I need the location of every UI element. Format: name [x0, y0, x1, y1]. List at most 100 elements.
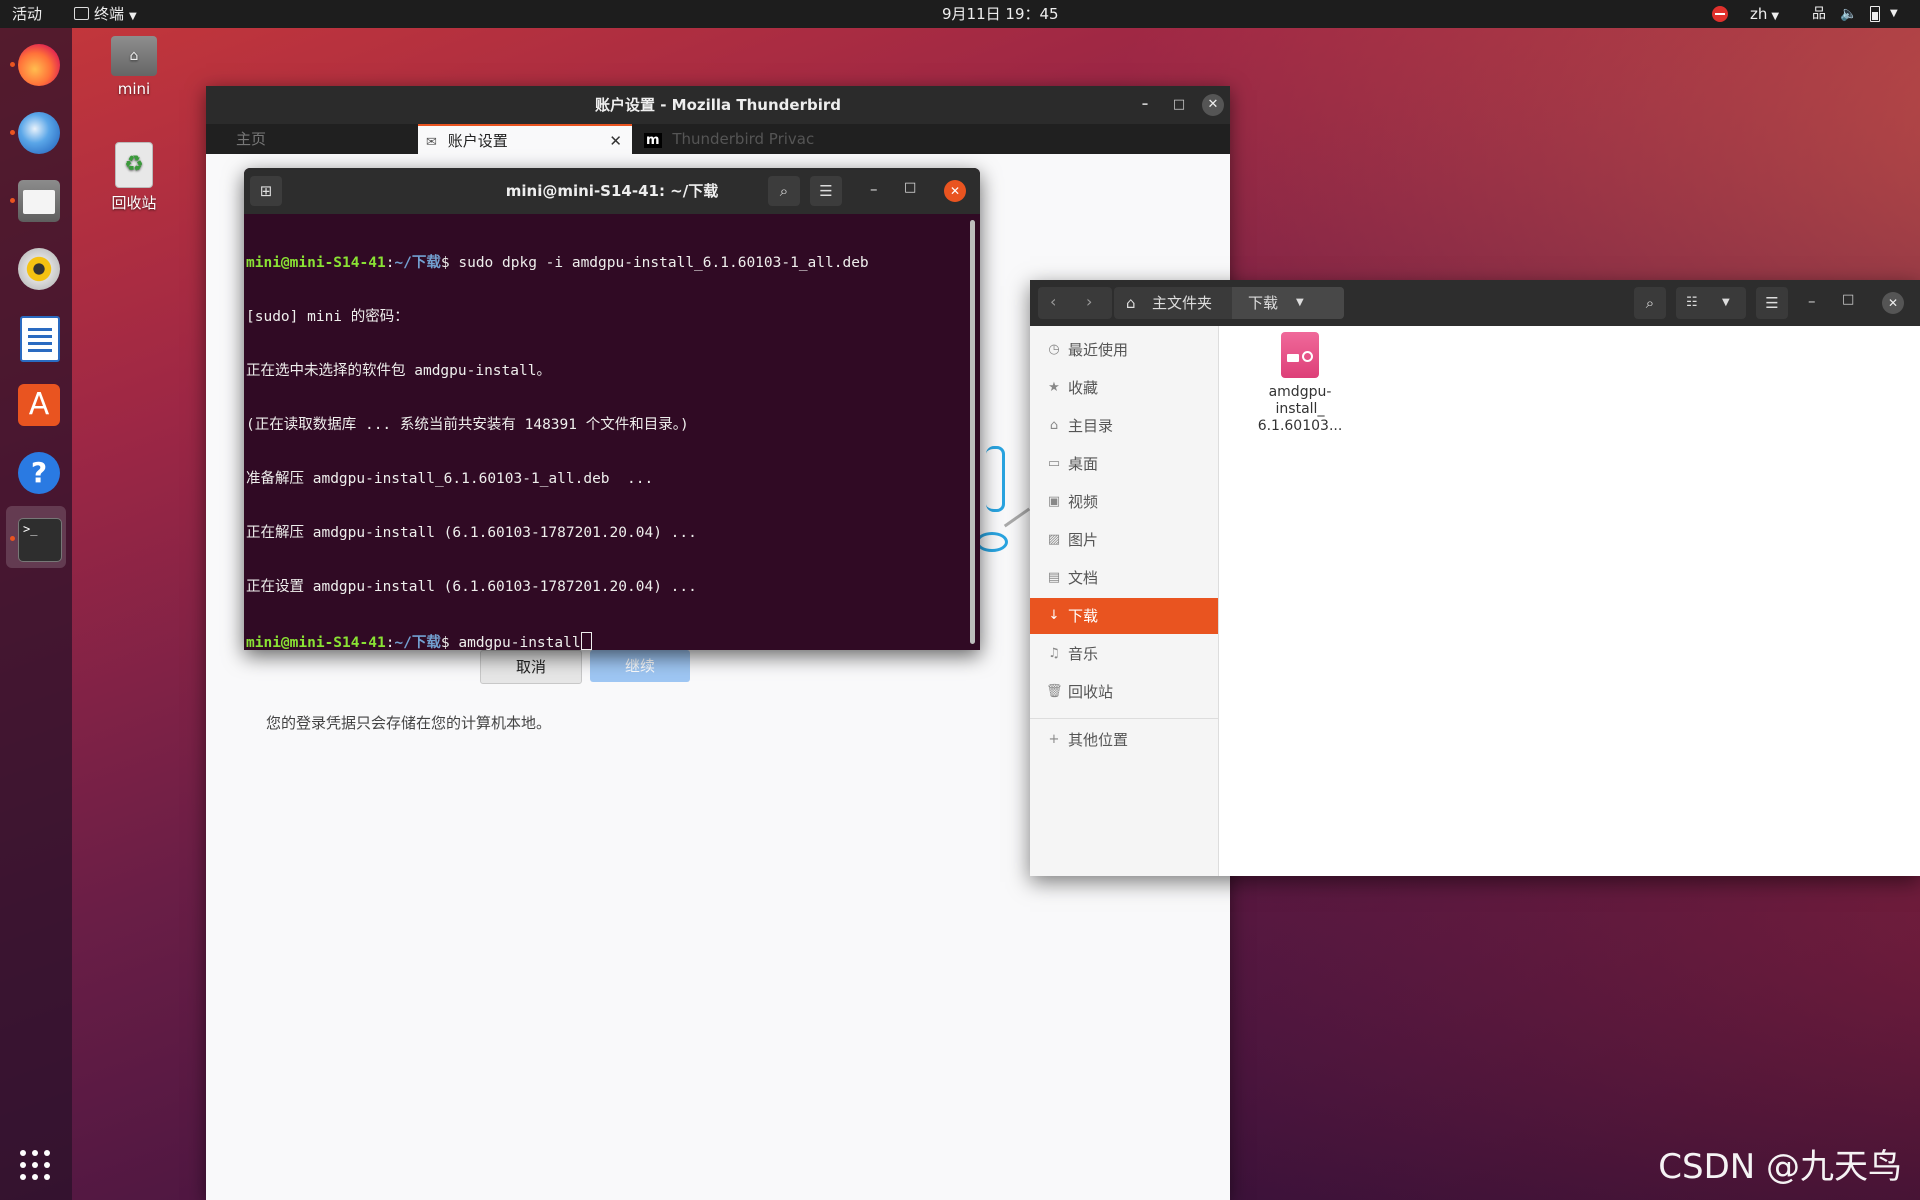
do-not-disturb-icon[interactable]	[1712, 6, 1728, 22]
crumb-current-button[interactable]: 下载 ▼	[1232, 287, 1344, 319]
dock-thunderbird[interactable]	[6, 100, 66, 162]
command-text: amdgpu-install	[458, 635, 581, 650]
tab-account-label: 账户设置	[447, 132, 508, 150]
sidebar-item-recent[interactable]: ◷ 最近使用	[1030, 332, 1218, 368]
chevron-down-icon[interactable]: ▼	[1722, 287, 1730, 319]
command-text: sudo dpkg -i amdgpu-install_6.1.60103-1_…	[458, 255, 869, 271]
settings-icon: ✉	[426, 135, 437, 150]
sidebar-item-other-locations[interactable]: + 其他位置	[1030, 722, 1218, 758]
minimize-button[interactable]: –	[870, 180, 878, 198]
sidebar-item-label: 图片	[1068, 531, 1099, 549]
rhythmbox-icon	[18, 248, 60, 290]
network-icon[interactable]: 品	[1812, 0, 1826, 28]
sidebar-item-starred[interactable]: ★ 收藏	[1030, 370, 1218, 406]
continue-button[interactable]: 继续	[590, 650, 690, 682]
sidebar-item-desktop[interactable]: ▭ 桌面	[1030, 446, 1218, 482]
close-button[interactable]: ✕	[1882, 292, 1904, 314]
close-button[interactable]: ✕	[1202, 94, 1224, 116]
chevron-down-icon: ▼	[129, 11, 137, 22]
file-manager-window: ‹ › ⌂ 主文件夹 下载 ▼ ⌕ ☷ ▼ ☰ – □ ✕ ◷ 最近使用 ★ 收藏 …	[1030, 280, 1920, 876]
terminal-output[interactable]: mini@mini-S14-41:~/下载$ sudo dpkg -i amdg…	[246, 218, 966, 650]
desktop-home-folder[interactable]: ⌂ mini	[89, 36, 179, 98]
input-method-indicator[interactable]: zh ▼	[1750, 0, 1779, 28]
terminal-window: ⊞ mini@mini-S14-41: ~/下载 ⌕ ☰ – □ ✕ mini@…	[244, 168, 980, 650]
dock-help[interactable]: ?	[6, 440, 66, 502]
top-bar: 活动 终端 ▼ 9月11日 19：45 zh ▼ 品 🔈 ▼	[0, 0, 1920, 28]
minimize-button[interactable]: –	[1808, 292, 1816, 310]
app-menu-label: 终端	[94, 5, 125, 23]
prompt-path: ~/下载	[394, 255, 441, 271]
dock-files[interactable]	[6, 168, 66, 230]
output-line: 准备解压 amdgpu-install_6.1.60103-1_all.deb …	[246, 471, 654, 487]
output-line: 正在解压 amdgpu-install (6.1.60103-1787201.2…	[246, 525, 697, 541]
running-indicator	[10, 130, 15, 135]
plus-icon: +	[1048, 732, 1060, 747]
crumb-home[interactable]: 主文件夹	[1152, 287, 1212, 319]
hamburger-menu-icon: ☰	[819, 182, 833, 200]
show-applications-icon[interactable]	[20, 1150, 52, 1182]
video-icon: ▣	[1047, 494, 1061, 509]
list-view-icon[interactable]: ☷	[1686, 287, 1698, 319]
new-tab-button[interactable]: ⊞	[250, 176, 282, 206]
forward-button[interactable]: ›	[1086, 292, 1092, 311]
dock-writer[interactable]	[6, 304, 66, 366]
sidebar-item-trash[interactable]: 🗑 回收站	[1030, 674, 1218, 710]
sidebar-item-documents[interactable]: ▤ 文档	[1030, 560, 1218, 596]
scrollbar[interactable]	[970, 220, 975, 644]
tab-home[interactable]: 主页	[236, 124, 406, 154]
sidebar-item-pictures[interactable]: ▨ 图片	[1030, 522, 1218, 558]
sidebar-item-music[interactable]: ♫ 音乐	[1030, 636, 1218, 672]
tab-account-settings[interactable]: ✉ 账户设置 ✕	[418, 124, 632, 154]
file-name-line: install_	[1275, 401, 1325, 417]
maximize-button[interactable]: □	[1842, 292, 1854, 307]
clock[interactable]: 9月11日 19：45	[942, 0, 1059, 28]
help-icon: ?	[18, 452, 60, 494]
menu-button[interactable]: ☰	[1756, 287, 1788, 319]
prompt-line: mini@mini-S14-41:~/下载$ sudo dpkg -i amdg…	[246, 254, 966, 272]
sidebar-item-downloads[interactable]: ↓ 下载	[1030, 598, 1218, 634]
file-item-amdgpu-install[interactable]: amdgpu- install_ 6.1.60103...	[1252, 332, 1348, 435]
battery-icon[interactable]	[1870, 6, 1880, 22]
search-button[interactable]: ⌕	[1634, 287, 1666, 319]
close-tab-icon[interactable]: ✕	[609, 126, 622, 156]
tab-privacy[interactable]: m Thunderbird Privac	[636, 124, 856, 154]
sidebar-item-home[interactable]: ⌂ 主目录	[1030, 408, 1218, 444]
terminal-icon: >_	[18, 518, 62, 562]
output-line: [sudo] mini 的密码：	[246, 309, 409, 325]
dock-rhythmbox[interactable]	[6, 236, 66, 298]
cancel-button[interactable]: 取消	[480, 650, 582, 684]
music-icon: ♫	[1048, 646, 1060, 661]
menu-button[interactable]: ☰	[810, 176, 842, 206]
sidebar-item-videos[interactable]: ▣ 视频	[1030, 484, 1218, 520]
home-folder-label: mini	[117, 80, 151, 98]
volume-icon[interactable]: 🔈	[1840, 0, 1857, 28]
terminal-small-icon	[74, 7, 89, 20]
running-indicator	[10, 536, 15, 541]
view-options: ☷ ▼	[1676, 287, 1746, 319]
lang-label: zh	[1750, 5, 1768, 23]
illustration	[976, 446, 1036, 566]
search-icon: ⌕	[1645, 294, 1655, 312]
prompt-path: ~/下载	[394, 635, 441, 650]
window-title: 账户设置 - Mozilla Thunderbird	[595, 96, 841, 114]
mozilla-m-icon: m	[644, 133, 662, 148]
maximize-button[interactable]: □	[1168, 94, 1190, 116]
dock-software[interactable]: A	[6, 372, 66, 434]
back-button[interactable]: ‹	[1050, 292, 1056, 311]
terminal-headerbar: ⊞ mini@mini-S14-41: ~/下载 ⌕ ☰ – □ ✕	[244, 168, 980, 214]
minimize-button[interactable]: –	[1134, 94, 1156, 116]
dock-firefox[interactable]	[6, 32, 66, 94]
system-menu-chevron-icon[interactable]: ▼	[1890, 0, 1898, 28]
dock-terminal[interactable]: >_	[6, 506, 66, 568]
prompt-line: mini@mini-S14-41:~/下载$ amdgpu-install	[246, 632, 966, 650]
desktop-trash[interactable]: ♻ 回收站	[89, 142, 179, 213]
app-menu[interactable]: 终端 ▼	[74, 0, 137, 28]
software-center-icon: A	[18, 384, 60, 426]
search-button[interactable]: ⌕	[768, 176, 800, 206]
close-button[interactable]: ✕	[944, 180, 966, 202]
sidebar-item-label: 桌面	[1068, 455, 1099, 473]
maximize-button[interactable]: □	[904, 180, 916, 195]
output-line: (正在读取数据库 ... 系统当前共安装有 148391 个文件和目录。)	[246, 417, 689, 433]
sidebar-item-label: 下载	[1068, 607, 1099, 625]
activities-button[interactable]: 活动	[12, 0, 42, 28]
